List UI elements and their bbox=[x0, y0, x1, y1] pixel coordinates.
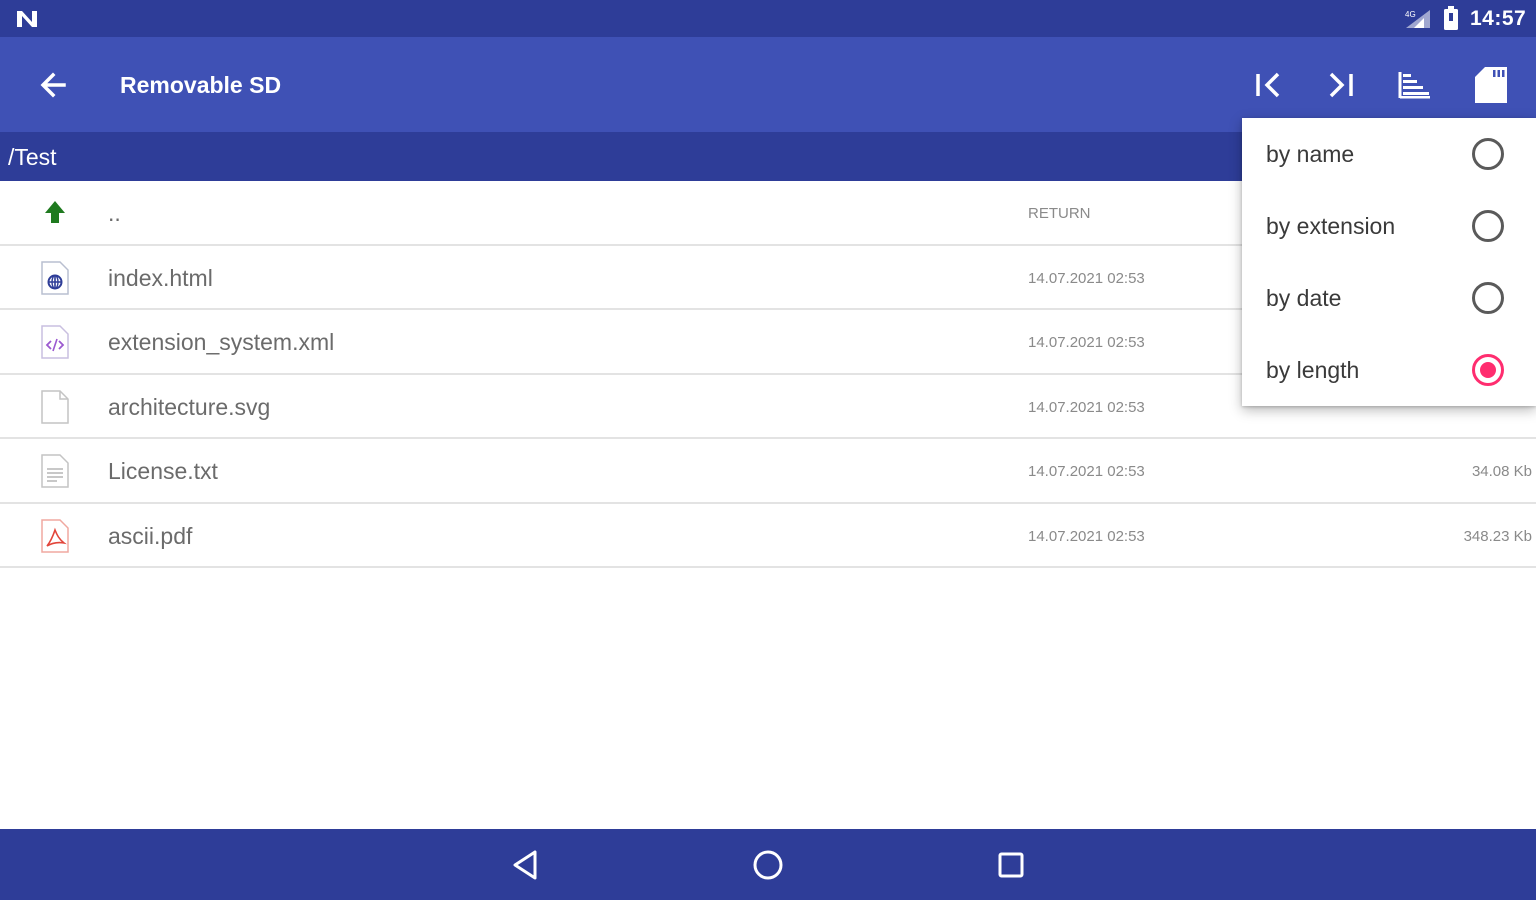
nav-bar bbox=[0, 829, 1536, 900]
page-title: Removable SD bbox=[120, 72, 282, 98]
nav-recents-button[interactable] bbox=[991, 845, 1031, 885]
file-name: .. bbox=[108, 200, 121, 226]
skip-first-button[interactable] bbox=[1248, 63, 1292, 107]
nav-back-button[interactable] bbox=[506, 845, 546, 885]
file-name: index.html bbox=[108, 264, 213, 291]
sort-option-name[interactable]: by name bbox=[1242, 118, 1536, 190]
skip-last-icon bbox=[1329, 72, 1353, 98]
svg-text:4G: 4G bbox=[1405, 10, 1416, 19]
sort-menu: by name by extension by date by length bbox=[1242, 118, 1536, 406]
list-item[interactable]: ascii.pdf 14.07.2021 02:53 348.23 Kb bbox=[0, 504, 1536, 568]
sort-icon bbox=[1398, 72, 1430, 99]
signal-icon: 4G bbox=[1405, 10, 1430, 28]
sort-button[interactable] bbox=[1393, 63, 1437, 107]
file-size: 34.08 Kb bbox=[1471, 463, 1532, 480]
n-notification-icon bbox=[17, 11, 37, 27]
file-name: extension_system.xml bbox=[108, 329, 335, 355]
text-file-icon bbox=[41, 454, 69, 488]
status-bar: 4G 14:57 bbox=[0, 0, 1536, 37]
pdf-file-icon bbox=[41, 518, 69, 553]
file-date: 14.07.2021 02:53 bbox=[1028, 463, 1145, 480]
file-name: architecture.svg bbox=[108, 393, 271, 420]
sd-card-button[interactable] bbox=[1469, 63, 1513, 107]
back-triangle-icon bbox=[513, 850, 537, 880]
sort-option-length[interactable]: by length bbox=[1242, 334, 1536, 406]
radio-button[interactable] bbox=[1472, 138, 1504, 170]
folder-up-icon bbox=[45, 201, 65, 223]
file-name: ascii.pdf bbox=[108, 522, 193, 549]
file-date: 14.07.2021 02:53 bbox=[1028, 269, 1145, 287]
html-file-icon bbox=[41, 260, 69, 295]
xml-file-icon bbox=[41, 325, 69, 359]
file-date: 14.07.2021 02:53 bbox=[1028, 398, 1145, 416]
sort-option-label: by length bbox=[1266, 357, 1360, 383]
file-name: License.txt bbox=[108, 458, 218, 484]
sort-option-label: by date bbox=[1266, 285, 1342, 311]
file-date: 14.07.2021 02:53 bbox=[1028, 334, 1145, 351]
current-path: /Test bbox=[8, 144, 57, 170]
sort-option-label: by extension bbox=[1266, 213, 1396, 239]
file-date: RETURN bbox=[1028, 205, 1091, 222]
radio-button[interactable] bbox=[1472, 282, 1504, 314]
status-clock: 14:57 bbox=[1470, 7, 1527, 30]
nav-home-button[interactable] bbox=[748, 845, 788, 885]
battery-icon bbox=[1444, 6, 1458, 30]
list-item[interactable]: License.txt 14.07.2021 02:53 34.08 Kb bbox=[0, 439, 1536, 504]
recents-square-icon bbox=[998, 852, 1024, 878]
blank-file-icon bbox=[41, 389, 69, 424]
radio-button[interactable] bbox=[1472, 210, 1504, 242]
file-date: 14.07.2021 02:53 bbox=[1028, 527, 1145, 545]
skip-last-button[interactable] bbox=[1321, 63, 1365, 107]
file-size: 348.23 Kb bbox=[1463, 527, 1532, 545]
arrow-back-icon[interactable] bbox=[34, 67, 74, 103]
radio-button-checked[interactable] bbox=[1472, 354, 1504, 386]
skip-first-icon bbox=[1256, 72, 1280, 98]
sort-option-date[interactable]: by date bbox=[1242, 262, 1536, 334]
sd-card-icon bbox=[1475, 67, 1507, 103]
sort-option-extension[interactable]: by extension bbox=[1242, 190, 1536, 262]
home-circle-icon bbox=[753, 850, 783, 880]
sort-option-label: by name bbox=[1266, 141, 1355, 167]
